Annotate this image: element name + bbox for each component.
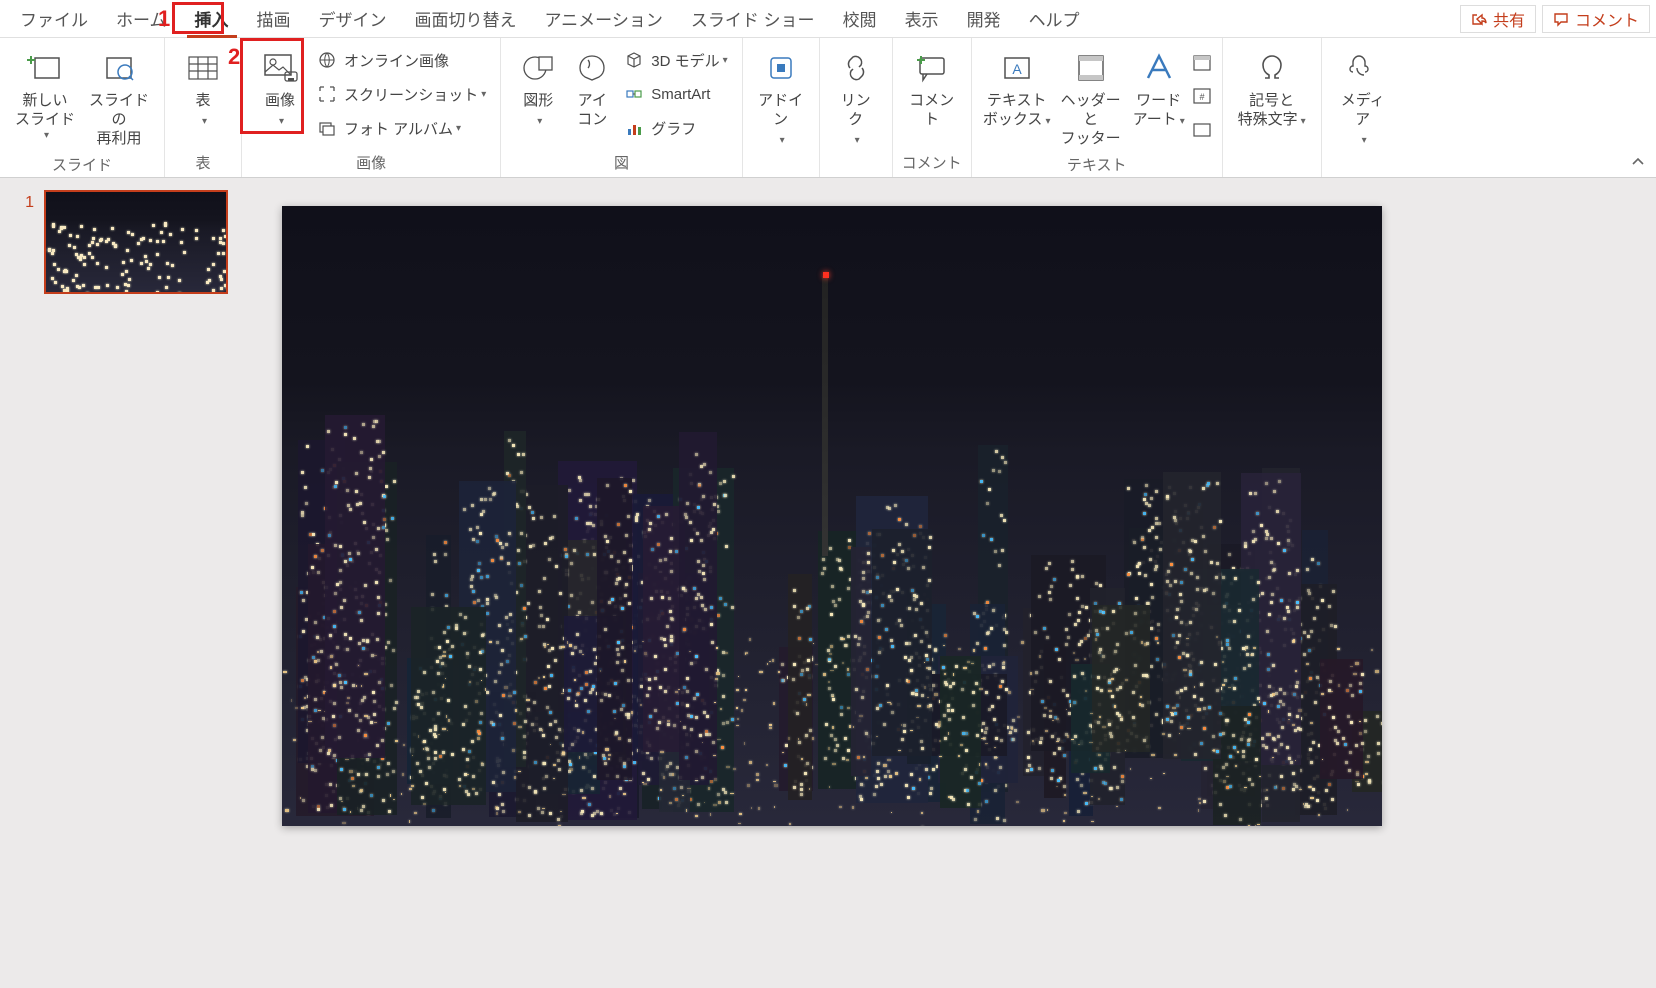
object-button[interactable]	[1190, 114, 1214, 146]
tab-slideshow[interactable]: スライド ショー	[677, 0, 829, 38]
media-icon	[1347, 52, 1379, 84]
online-pictures-icon	[318, 51, 336, 69]
group-slides: 新しい スライド▾ スライドの 再利用 スライド	[0, 38, 165, 177]
tab-view[interactable]: 表示	[891, 0, 953, 38]
thumbnail-row[interactable]: 1 document.write(Array.from({length:120}…	[14, 190, 244, 294]
symbol-button[interactable]: 記号と 特殊文字▾	[1231, 42, 1313, 134]
cube-icon	[625, 51, 643, 69]
header-footer-button[interactable]: ヘッダーと フッター	[1054, 42, 1128, 152]
chart-icon	[625, 119, 643, 137]
shapes-button[interactable]: 図形▾	[509, 42, 567, 134]
ribbon-tabs: ファイル ホーム 1 挿入 描画 デザイン 画面切り替え アニメーション スライ…	[0, 0, 1656, 38]
group-text: A テキスト ボックス▾ ヘッダーと フッター ワード アート▾ # テキスト	[972, 38, 1223, 177]
addins-icon	[765, 52, 797, 84]
group-comments: コメン ト コメント	[893, 38, 972, 177]
link-button[interactable]: リン ク▾	[828, 42, 884, 152]
annotation-1: 1	[158, 6, 170, 32]
tab-file[interactable]: ファイル	[6, 0, 102, 38]
comment-icon	[1553, 11, 1569, 27]
wordart-button[interactable]: ワード アート▾	[1128, 42, 1190, 134]
comment-label: コメント	[1575, 7, 1639, 31]
tab-transition[interactable]: 画面切り替え	[401, 0, 531, 38]
textbox-button[interactable]: A テキスト ボックス▾	[980, 42, 1054, 134]
ribbon: 新しい スライド▾ スライドの 再利用 スライド 表▾ 表 2 画像▾ オンライ…	[0, 38, 1656, 178]
group-symbols: 記号と 特殊文字▾	[1223, 38, 1322, 177]
online-pictures-button[interactable]: オンライン画像	[310, 44, 492, 76]
screenshot-icon	[318, 85, 336, 103]
insert-comment-button[interactable]: コメン ト	[901, 42, 963, 134]
date-time-button[interactable]	[1190, 46, 1214, 78]
reuse-slides-button[interactable]: スライドの 再利用	[82, 42, 156, 152]
new-slide-icon	[27, 50, 63, 86]
photo-album-icon	[318, 119, 336, 137]
tab-help[interactable]: ヘルプ	[1015, 0, 1094, 38]
svg-text:#: #	[1199, 92, 1204, 102]
share-icon	[1471, 11, 1487, 27]
slide-number-icon: #	[1192, 86, 1212, 106]
icons-icon	[576, 52, 608, 84]
photo-album-button[interactable]: フォト アルバム▾	[310, 112, 492, 144]
group-illustrations-label: 図	[614, 150, 629, 177]
group-images: 2 画像▾ オンライン画像 スクリーンショット▾ フォト アルバム▾ 画像	[242, 38, 501, 177]
group-slides-label: スライド	[52, 152, 112, 179]
share-button[interactable]: 共有	[1460, 5, 1536, 33]
tab-developer[interactable]: 開発	[953, 0, 1015, 38]
group-links: リン ク▾	[820, 38, 893, 177]
group-comments-label: コメント	[902, 150, 962, 177]
annotation-box-2	[240, 38, 304, 134]
group-illustrations: 図形▾ アイ コン 3D モデル▾ SmartArt グラフ 図	[501, 38, 742, 177]
textbox-icon: A	[1001, 52, 1033, 84]
svg-text:A: A	[1012, 61, 1022, 77]
group-tables-label: 表	[195, 150, 210, 177]
table-button[interactable]: 表▾	[173, 42, 233, 134]
tab-animation[interactable]: アニメーション	[531, 0, 677, 38]
group-addins: アドイ ン▾	[743, 38, 820, 177]
slide-thumbnail-1[interactable]: document.write(Array.from({length:120},(…	[44, 190, 228, 294]
symbol-icon	[1255, 52, 1289, 84]
tab-draw[interactable]: 描画	[243, 0, 305, 38]
tab-design[interactable]: デザイン	[305, 0, 401, 38]
object-icon	[1192, 120, 1212, 140]
workarea: 1 document.write(Array.from({length:120}…	[0, 178, 1656, 988]
group-media: メディ ア▾	[1322, 38, 1404, 177]
annotation-box-1	[172, 2, 224, 34]
3d-models-button[interactable]: 3D モデル▾	[617, 44, 733, 76]
header-footer-icon	[1075, 52, 1107, 84]
media-button[interactable]: メディ ア▾	[1330, 42, 1396, 152]
date-time-icon	[1192, 52, 1212, 72]
tab-review[interactable]: 校閲	[829, 0, 891, 38]
shapes-icon	[521, 51, 555, 85]
slide-number-button[interactable]: #	[1190, 80, 1214, 112]
chart-button[interactable]: グラフ	[617, 112, 733, 144]
group-text-label: テキスト	[1067, 152, 1127, 179]
collapse-ribbon-button[interactable]	[1630, 153, 1646, 174]
table-icon	[186, 51, 220, 85]
slide-canvas[interactable]	[258, 178, 1656, 988]
thumbnail-number: 1	[14, 194, 34, 212]
chevron-up-icon	[1630, 153, 1646, 169]
link-icon	[840, 52, 872, 84]
slide-1[interactable]	[282, 206, 1382, 826]
comment-button[interactable]: コメント	[1542, 5, 1650, 33]
thumbnail-pane[interactable]: 1 document.write(Array.from({length:120}…	[0, 178, 258, 988]
group-images-label: 画像	[356, 150, 386, 177]
reuse-slides-icon	[101, 50, 137, 86]
icons-button[interactable]: アイ コン	[567, 42, 617, 134]
share-label: 共有	[1493, 7, 1525, 31]
smartart-button[interactable]: SmartArt	[617, 78, 733, 110]
screenshot-button[interactable]: スクリーンショット▾	[310, 78, 492, 110]
addins-button[interactable]: アドイ ン▾	[751, 42, 811, 152]
insert-comment-icon	[915, 52, 949, 84]
annotation-2: 2	[228, 44, 240, 70]
new-slide-button[interactable]: 新しい スライド▾	[8, 42, 82, 145]
wordart-icon	[1142, 52, 1176, 84]
smartart-icon	[625, 85, 643, 103]
